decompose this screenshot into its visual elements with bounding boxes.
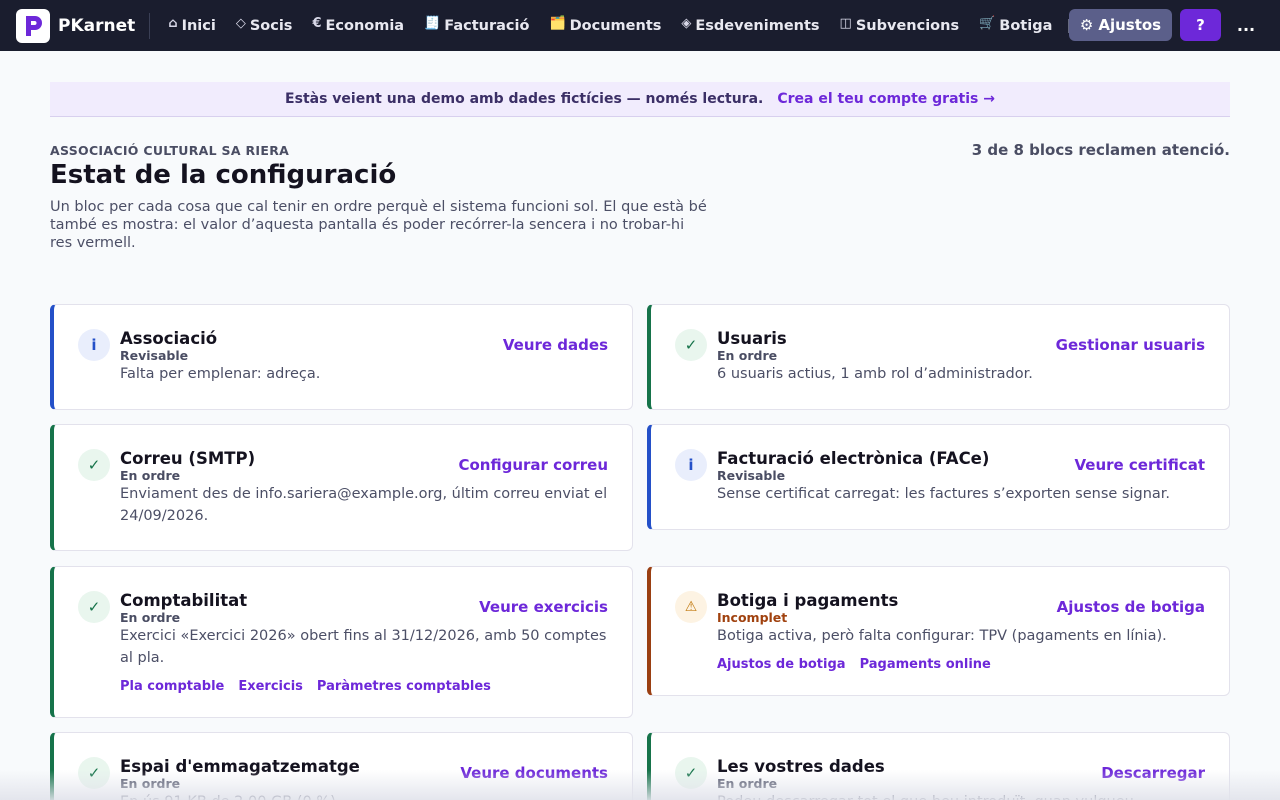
- nav-item-facturacio[interactable]: 🧾 Facturació: [414, 0, 539, 51]
- cart-icon: 🛒: [979, 16, 996, 31]
- card-title: Botiga i pagaments: [717, 591, 899, 610]
- card-description: 6 usuaris actius, 1 amb rol d’administra…: [717, 366, 1033, 382]
- check-icon: ✓: [675, 329, 707, 361]
- demo-banner-text: Estàs veient una demo amb dades fictície…: [285, 91, 764, 107]
- card-title: Associació: [120, 329, 218, 348]
- view-documents-link[interactable]: Veure documents: [460, 764, 608, 782]
- app-name: PKarnet: [58, 15, 136, 36]
- card-status: En ordre: [717, 348, 778, 363]
- event-diamond-icon: ◈: [681, 16, 692, 31]
- card-description: Enviament des de info.sariera@example.or…: [120, 486, 608, 524]
- card-status: En ordre: [120, 610, 181, 625]
- organization-name: ASSOCIACIÓ CULTURAL SA RIERA: [50, 143, 290, 158]
- nav-label: Subvencions: [855, 17, 960, 34]
- settings-label: Ajustos: [1098, 16, 1162, 34]
- nav-label: Documents: [569, 17, 662, 34]
- check-icon: ✓: [675, 757, 707, 789]
- nav-item-subvencions[interactable]: ◫ Subvencions: [830, 0, 970, 51]
- status-card-correu: ✓ Correu (SMTP) En ordre Enviament des d…: [50, 424, 633, 551]
- status-card-associacio: i Associació Revisable Falta per emplena…: [50, 304, 633, 410]
- nav-label: Esdeveniments: [695, 17, 820, 34]
- chart-of-accounts-link[interactable]: Pla comptable: [120, 679, 224, 694]
- nav-item-esdeveniments[interactable]: ◈ Esdeveniments: [671, 0, 829, 51]
- nav-item-botiga[interactable]: 🛒 Botiga: [969, 0, 1062, 51]
- card-title: Les vostres dades: [717, 757, 885, 776]
- card-description: Sense certificat carregat: les factures …: [717, 486, 1171, 502]
- status-card-your-data: ✓ Les vostres dades En ordre Podeu desca…: [647, 732, 1230, 800]
- grant-icon: ◫: [839, 16, 852, 31]
- home-icon: ⌂: [168, 16, 178, 31]
- gear-icon: ⚙: [1079, 16, 1094, 34]
- card-status: En ordre: [717, 776, 778, 791]
- card-description: En ús 91 KB de 2,00 GB (0 %).: [120, 792, 620, 800]
- online-payments-link[interactable]: Pagaments online: [860, 657, 991, 672]
- card-status: Revisable: [120, 348, 189, 363]
- check-icon: ✓: [78, 449, 110, 481]
- demo-banner: Estàs veient una demo amb dades fictície…: [50, 82, 1230, 117]
- nav-item-documents[interactable]: 🗂️ Documents: [539, 0, 671, 51]
- card-title: Correu (SMTP): [120, 449, 256, 468]
- shop-settings-sublink[interactable]: Ajustos de botiga: [717, 657, 846, 672]
- check-icon: ✓: [78, 757, 110, 789]
- exercises-link[interactable]: Exercicis: [238, 679, 303, 694]
- view-data-link[interactable]: Veure dades: [503, 336, 608, 354]
- attention-summary: 3 de 8 blocs reclamen atenció.: [971, 141, 1230, 159]
- nav-label: Socis: [249, 17, 293, 34]
- nav-divider: [149, 12, 151, 39]
- check-icon: ✓: [78, 591, 110, 623]
- create-account-link[interactable]: Crea el teu compte gratis →: [777, 91, 995, 107]
- shop-settings-link[interactable]: Ajustos de botiga: [1057, 598, 1205, 616]
- page-title: Estat de la configuració: [50, 160, 397, 190]
- status-card-face: i Facturació electrònica (FACe) Revisabl…: [647, 424, 1230, 530]
- view-certificate-link[interactable]: Veure certificat: [1074, 456, 1205, 474]
- card-title: Facturació electrònica (FACe): [717, 449, 990, 468]
- page-description: Un bloc per cada cosa que cal tenir en o…: [50, 199, 707, 251]
- info-icon: i: [78, 329, 110, 361]
- folder-icon: 🗂️: [549, 16, 566, 31]
- top-navbar: PKarnet ⌂ Inici ◇ Socis € Economia 🧾 Fac…: [0, 0, 1280, 51]
- nav-item-economia[interactable]: € Economia: [302, 0, 414, 51]
- card-status: En ordre: [120, 776, 181, 791]
- card-title: Usuaris: [717, 329, 787, 348]
- brand[interactable]: PKarnet: [0, 0, 135, 51]
- view-exercises-link[interactable]: Veure exercicis: [479, 598, 608, 616]
- card-description: Falta per emplenar: adreça.: [120, 366, 321, 382]
- status-card-botiga: ⚠ Botiga i pagaments Incomplet Botiga ac…: [647, 566, 1230, 696]
- card-status: Revisable: [717, 468, 786, 483]
- help-button[interactable]: ?: [1180, 9, 1221, 41]
- nav-label: Inici: [181, 17, 216, 34]
- nav-label: Economia: [325, 17, 405, 34]
- more-menu-button[interactable]: ...: [1234, 9, 1258, 41]
- accounting-params-link[interactable]: Paràmetres comptables: [317, 679, 491, 694]
- card-sublinks: Ajustos de botiga Pagaments online: [717, 657, 991, 672]
- card-status: En ordre: [120, 468, 181, 483]
- card-sublinks: Pla comptable Exercicis Paràmetres compt…: [120, 679, 491, 694]
- configure-mail-link[interactable]: Configurar correu: [458, 456, 608, 474]
- card-status: Incomplet: [717, 610, 788, 625]
- nav-label: Botiga: [999, 17, 1053, 34]
- manage-users-link[interactable]: Gestionar usuaris: [1056, 336, 1205, 354]
- status-card-storage: ✓ Espai d'emmagatzematge En ordre En ús …: [50, 732, 633, 800]
- card-description: Botiga activa, però falta configurar: TP…: [717, 628, 1167, 644]
- download-link[interactable]: Descarregar: [1101, 764, 1205, 782]
- status-card-usuaris: ✓ Usuaris En ordre 6 usuaris actius, 1 a…: [647, 304, 1230, 410]
- diamond-icon: ◇: [235, 16, 246, 31]
- warning-icon: ⚠: [675, 591, 707, 623]
- euro-icon: €: [312, 16, 322, 31]
- info-icon: i: [675, 449, 707, 481]
- settings-button[interactable]: ⚙ Ajustos: [1069, 9, 1172, 41]
- card-title: Espai d'emmagatzematge: [120, 757, 360, 776]
- app-logo: [16, 8, 50, 43]
- nav-label: Facturació: [444, 17, 530, 34]
- card-description: Podeu descarregar tot el que heu introdu…: [717, 792, 1217, 800]
- receipt-icon: 🧾: [424, 16, 441, 31]
- card-title: Comptabilitat: [120, 591, 248, 610]
- card-description: Exercici «Exercici 2026» obert fins al 3…: [120, 628, 607, 666]
- main-nav: ⌂ Inici ◇ Socis € Economia 🧾 Facturació …: [158, 0, 1076, 51]
- nav-item-inici[interactable]: ⌂ Inici: [158, 0, 226, 51]
- status-card-comptabilitat: ✓ Comptabilitat En ordre Exercici «Exerc…: [50, 566, 633, 718]
- nav-item-socis[interactable]: ◇ Socis: [226, 0, 303, 51]
